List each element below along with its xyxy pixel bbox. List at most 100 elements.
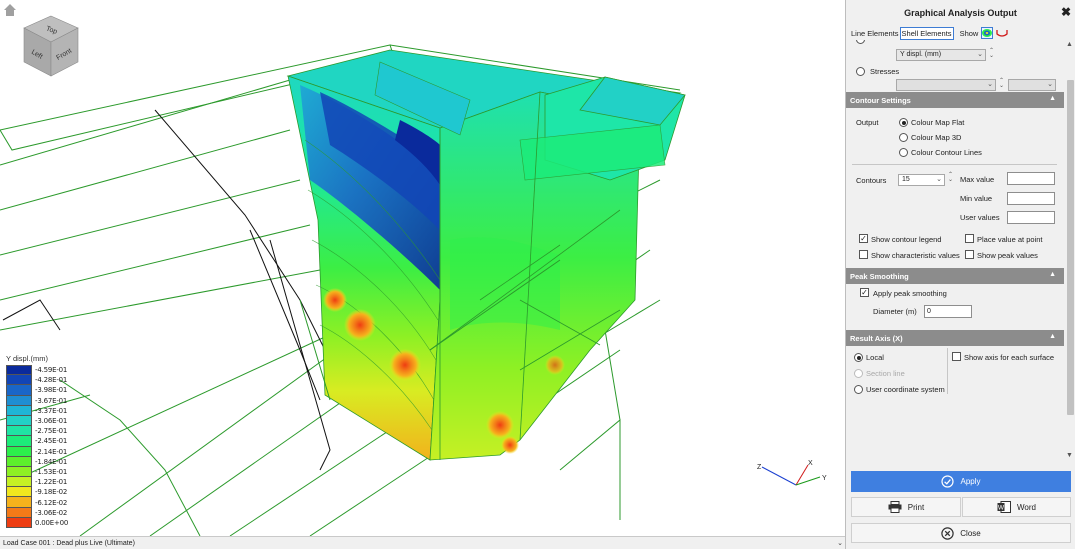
legend-swatch [6,365,32,376]
legend-swatch [6,375,32,386]
status-bar[interactable]: Load Case 001 : Dead plus Live (Ultimate… [0,536,845,549]
contour-settings-body: Output Colour Map Flat Colour Map 3D Col… [846,108,1064,268]
legend-entry: -1.22E-01 [2,477,82,488]
chevron-down-icon[interactable]: ⌄ [835,539,845,547]
contour-map-icon[interactable] [981,27,994,39]
legend-swatch [6,456,32,467]
show-axis-each-surface-checkbox[interactable] [952,352,961,361]
place-value-at-point-checkbox[interactable] [965,234,974,243]
legend-swatch [6,426,32,437]
legend-entry: -1.84E-01 [2,456,82,467]
load-case-select[interactable]: Load Case 001 : Dead plus Live (Ultimate… [0,540,835,547]
displacement-select[interactable]: Y displ. (mm) ⌄ [896,49,986,61]
contours-select[interactable]: 15 ⌄ [898,174,945,186]
stress-type-select[interactable]: ⌄ [896,79,996,91]
max-value-label: Max value [960,175,995,184]
result-type-group: Y displ. (mm) ⌄ ⌃ ⌄ Stresses ⌄ ⌃ ⌄ ⌄ [846,40,1064,92]
stresses-label: Stresses [870,67,900,76]
shell-model[interactable] [286,49,686,461]
divider [852,164,1057,165]
legend-value: -3.37E-01 [35,406,68,415]
local-axis-radio[interactable] [854,353,863,362]
model-3d-view[interactable] [0,0,845,536]
contour-settings-header[interactable]: Contour Settings ▲ [846,92,1064,108]
legend-value: 0.00E+00 [35,518,69,527]
chevron-up-icon[interactable]: ▲ [1049,333,1056,340]
legend-value: -1.53E-01 [35,467,68,476]
chevron-down-icon: ⌄ [1047,81,1053,88]
result-radio-hidden[interactable] [856,40,865,44]
chevron-up-icon[interactable]: ▲ [1049,95,1056,102]
stresses-radio[interactable] [856,67,865,76]
legend-value: -3.98E-01 [35,386,68,395]
result-axis-title: Result Axis (X) [850,333,903,343]
tab-shell-elements[interactable]: Shell Elements [899,26,954,40]
view-cube-icon[interactable]: Top Left Front [20,14,82,80]
deflected-shape-icon[interactable] [996,27,1008,39]
analysis-output-panel: Graphical Analysis Output ✖ Line Element… [845,0,1075,549]
home-icon[interactable] [3,3,17,17]
legend-entry: -2.14E-01 [2,446,82,457]
legend-value: -3.67E-01 [35,396,68,405]
legend-value: -2.14E-01 [35,447,68,456]
show-contour-legend-checkbox[interactable]: ✓ [859,234,868,243]
contour-settings-title: Contour Settings [850,95,911,105]
print-button[interactable]: Print [851,497,961,517]
result-axis-body: Local Section line User coordinate syste… [846,346,1064,426]
colour-map-3d-label: Colour Map 3D [911,133,962,142]
stress-component-select[interactable]: ⌄ [1008,79,1056,91]
contours-value: 15 [902,176,910,183]
chevron-down-icon: ⌄ [936,176,942,183]
legend-swatch [6,507,32,518]
displacement-spinner[interactable]: ⌃ ⌄ [989,48,994,59]
scroll-up-icon[interactable]: ▲ [1066,41,1073,48]
legend-value: -1.22E-01 [35,478,68,487]
panel-scrollbar[interactable]: ▲ ▼ [1064,40,1075,465]
diameter-label: Diameter (m) [873,307,917,316]
legend-entry: -9.18E-02 [2,487,82,498]
printer-icon [888,501,902,513]
close-icon[interactable]: ✖ [1061,6,1071,18]
min-value-input[interactable] [1007,192,1055,205]
close-button[interactable]: Close [851,523,1071,543]
model-viewport[interactable]: Top Left Front Z X Y Y displ.(mm) -4.59E… [0,0,845,536]
stress-spinner[interactable]: ⌃ ⌄ [999,78,1004,89]
legend-entry: -2.45E-01 [2,436,82,447]
apply-peak-smoothing-checkbox[interactable]: ✓ [860,288,869,297]
contours-spinner[interactable]: ⌃ ⌄ [948,172,953,183]
section-line-radio[interactable] [854,369,863,378]
legend-swatch [6,385,32,396]
legend-swatch [6,466,32,478]
svg-text:W: W [998,505,1005,512]
apply-button[interactable]: Apply [851,471,1071,492]
legend-value: -9.18E-02 [35,488,68,497]
colour-contour-lines-radio[interactable] [899,148,908,157]
legend-entry: -6.12E-02 [2,497,82,508]
show-peak-values-label: Show peak values [977,251,1038,260]
show-peak-values-checkbox[interactable] [965,250,974,259]
legend-value: -4.28E-01 [35,376,68,385]
tab-line-elements[interactable]: Line Elements [850,28,900,39]
legend-entry: -3.37E-01 [2,405,82,416]
result-axis-header[interactable]: Result Axis (X) ▲ [846,330,1064,346]
max-value-input[interactable] [1007,172,1055,185]
diameter-input[interactable]: 0 [924,305,972,318]
colour-map-3d-radio[interactable] [899,133,908,142]
show-characteristic-values-label: Show characteristic values [871,251,960,260]
legend-entry: -4.59E-01 [2,365,82,376]
colour-map-flat-radio[interactable] [899,118,908,127]
scrollbar-thumb[interactable] [1067,80,1074,415]
panel-scroll-area[interactable]: Y displ. (mm) ⌄ ⌃ ⌄ Stresses ⌄ ⌃ ⌄ ⌄ Conto… [846,40,1064,465]
scroll-down-icon[interactable]: ▼ [1066,452,1073,459]
show-characteristic-values-checkbox[interactable] [859,250,868,259]
user-values-input[interactable] [1007,211,1055,224]
close-button-label: Close [960,528,981,538]
word-button[interactable]: W Word [962,497,1071,517]
legend-entry: -4.28E-01 [2,375,82,386]
peak-smoothing-header[interactable]: Peak Smoothing ▲ [846,268,1064,284]
legend-swatch [6,415,32,427]
user-coordinate-system-radio[interactable] [854,385,863,394]
panel-header: Graphical Analysis Output ✖ [846,0,1075,26]
chevron-up-icon[interactable]: ▲ [1049,271,1056,278]
axis-y-label: Y [822,475,827,482]
